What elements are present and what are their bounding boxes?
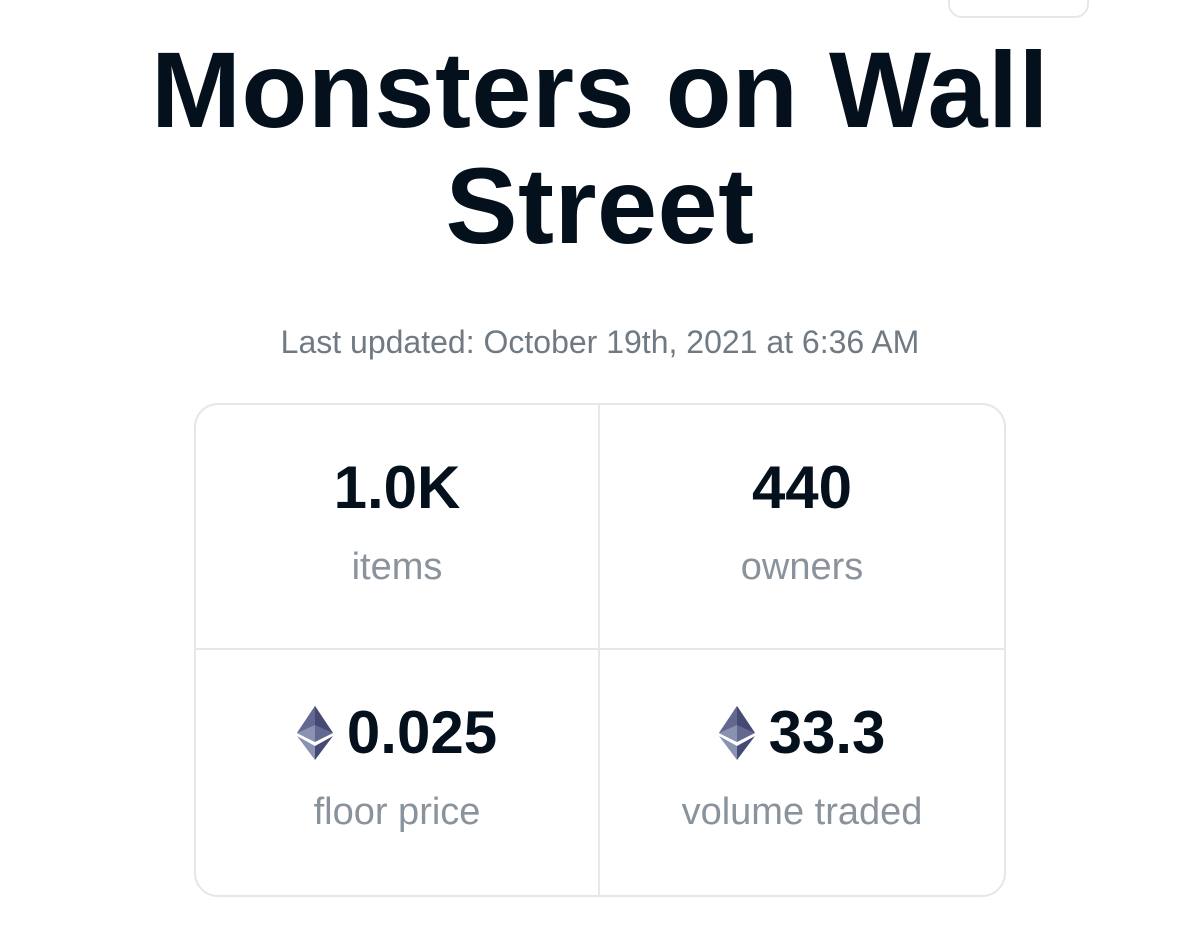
stat-label: items: [351, 546, 443, 588]
stat-value-row: 440: [752, 453, 852, 523]
stat-volume-traded[interactable]: 33.3 volume traded: [600, 650, 1004, 895]
stat-floor-price[interactable]: 0.025 floor price: [196, 650, 600, 895]
stat-value-row: 0.025: [296, 698, 498, 768]
collection-title: Monsters on Wall Street: [150, 29, 1050, 266]
stat-owners[interactable]: 440 owners: [600, 405, 1004, 650]
stat-value-row: 33.3: [718, 698, 886, 768]
stat-value: 440: [751, 454, 853, 521]
stat-value-row: 1.0K: [334, 453, 461, 523]
ethereum-icon: [718, 706, 755, 760]
top-right-button[interactable]: [948, 0, 1089, 18]
stat-value: 33.3: [768, 699, 886, 766]
last-updated-text: Last updated: October 19th, 2021 at 6:36…: [280, 324, 920, 360]
ethereum-icon: [296, 706, 333, 760]
stat-label: owners: [740, 546, 864, 588]
stat-value: 0.025: [346, 699, 498, 766]
stat-value: 1.0K: [333, 454, 461, 521]
stat-items[interactable]: 1.0K items: [196, 405, 600, 650]
stats-panel: 1.0K items 440 owners 0.025 floor price: [194, 403, 1006, 897]
stat-label: floor price: [313, 791, 481, 833]
stat-label: volume traded: [681, 791, 923, 833]
